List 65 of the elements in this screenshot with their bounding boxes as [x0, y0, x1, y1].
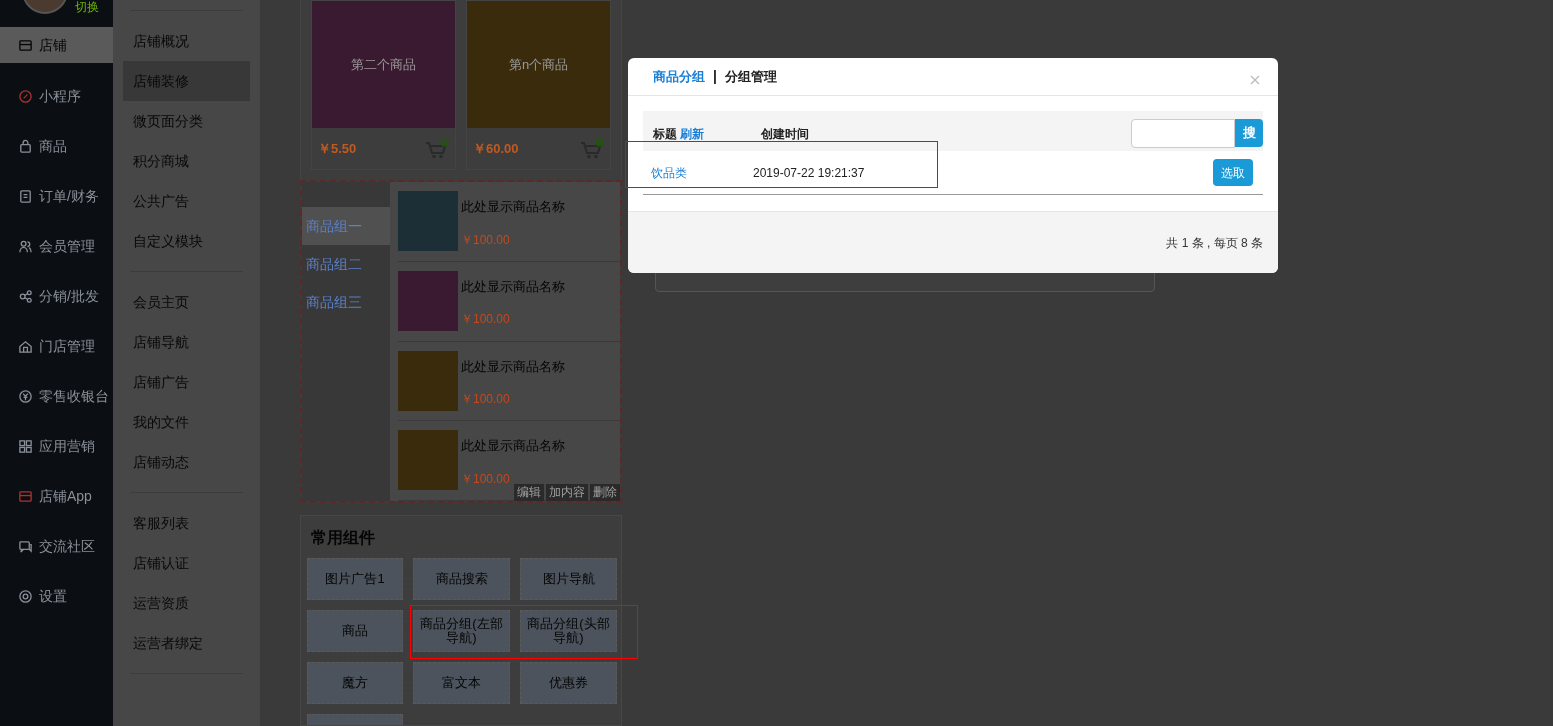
cart-icon[interactable] [580, 137, 604, 160]
product-price: ￥5.50 [318, 139, 357, 158]
store-icon [18, 488, 33, 504]
pagination-info: 共 1 条 , 每页 8 条 [1166, 234, 1263, 252]
column-header: 标题 [653, 126, 677, 143]
action-button[interactable]: 删除 [590, 484, 620, 501]
product-price: ￥100.00 [461, 311, 511, 329]
component-button[interactable]: 商品搜索 [413, 558, 510, 600]
nav-item[interactable]: 分销/批发 [0, 271, 113, 321]
section-title: 常用组件 [310, 528, 376, 548]
nav-item[interactable]: 应用营销 [0, 421, 113, 471]
component-button[interactable]: 商品分组(左部导航) [413, 610, 510, 652]
action-button[interactable]: 编辑 [514, 484, 544, 501]
component-button[interactable]: 图片导航 [520, 558, 617, 600]
house-icon [18, 338, 33, 354]
close-icon[interactable] [1250, 75, 1260, 85]
yen-icon [18, 388, 33, 404]
search-button[interactable]: 搜 [1235, 119, 1263, 147]
search-field[interactable] [1131, 119, 1235, 148]
product-price: ￥100.00 [461, 391, 511, 408]
component-button[interactable]: 商品 [307, 610, 403, 652]
separator: | [713, 67, 717, 86]
nav-item[interactable]: 会员管理 [0, 221, 113, 271]
group-tab[interactable]: 商品组一 [302, 207, 390, 245]
product-title: 第二个商品 [351, 55, 416, 74]
nav-item[interactable]: 订单/财务 [0, 171, 113, 221]
refresh-link[interactable]: 刷新 [680, 125, 704, 143]
product-name: 此处显示商品名称 [461, 277, 565, 296]
grid-icon [18, 438, 33, 454]
action-button[interactable]: 加内容 [546, 484, 588, 501]
table-cell-text: 2019-07-22 19:21:37 [753, 164, 866, 182]
nav-item[interactable]: 零售收银台 [0, 371, 113, 421]
dialog-tab[interactable]: 分组管理 [724, 66, 777, 87]
nav-item[interactable]: 小程序 [0, 71, 113, 121]
product-price: ￥60.00 [473, 139, 519, 158]
bag-icon [18, 138, 33, 154]
nav-item[interactable]: 交流社区 [0, 521, 113, 571]
product-price: ￥100.00 [461, 470, 511, 488]
nav-item[interactable]: 门店管理 [0, 321, 113, 371]
dialog-tab[interactable]: 商品分组 [653, 66, 705, 87]
users-icon [18, 238, 33, 254]
switch-link[interactable]: 切换 [75, 0, 99, 14]
nav-item[interactable]: 店铺 [0, 27, 113, 63]
select-button[interactable]: 选取 [1213, 159, 1253, 186]
store-icon [18, 37, 33, 53]
nav-item[interactable]: 店铺App [0, 471, 113, 521]
nav-item[interactable]: 设置 [0, 571, 113, 621]
component-button[interactable]: 富文本 [413, 662, 510, 704]
product-name: 此处显示商品名称 [461, 198, 565, 216]
chat-icon [18, 538, 33, 554]
nav-item[interactable]: 商品 [0, 121, 113, 171]
share-icon [18, 288, 33, 304]
component-button[interactable]: 图片广告1 [307, 558, 403, 600]
product-price: ￥100.00 [461, 231, 511, 249]
product-name: 此处显示商品名称 [461, 437, 565, 456]
component-button[interactable]: 优惠券 [520, 662, 617, 704]
cart-icon[interactable] [425, 137, 449, 160]
clipboard-icon [18, 188, 33, 204]
column-header: 创建时间 [761, 126, 809, 143]
product-title: 第n个商品 [508, 55, 569, 74]
group-link[interactable]: 饮品类 [643, 163, 753, 182]
component-button[interactable]: 商品分组(头部导航) [520, 610, 617, 652]
product-name: 此处显示商品名称 [461, 357, 565, 376]
link-icon [18, 88, 33, 104]
component-button[interactable]: 魔方 [307, 662, 403, 704]
